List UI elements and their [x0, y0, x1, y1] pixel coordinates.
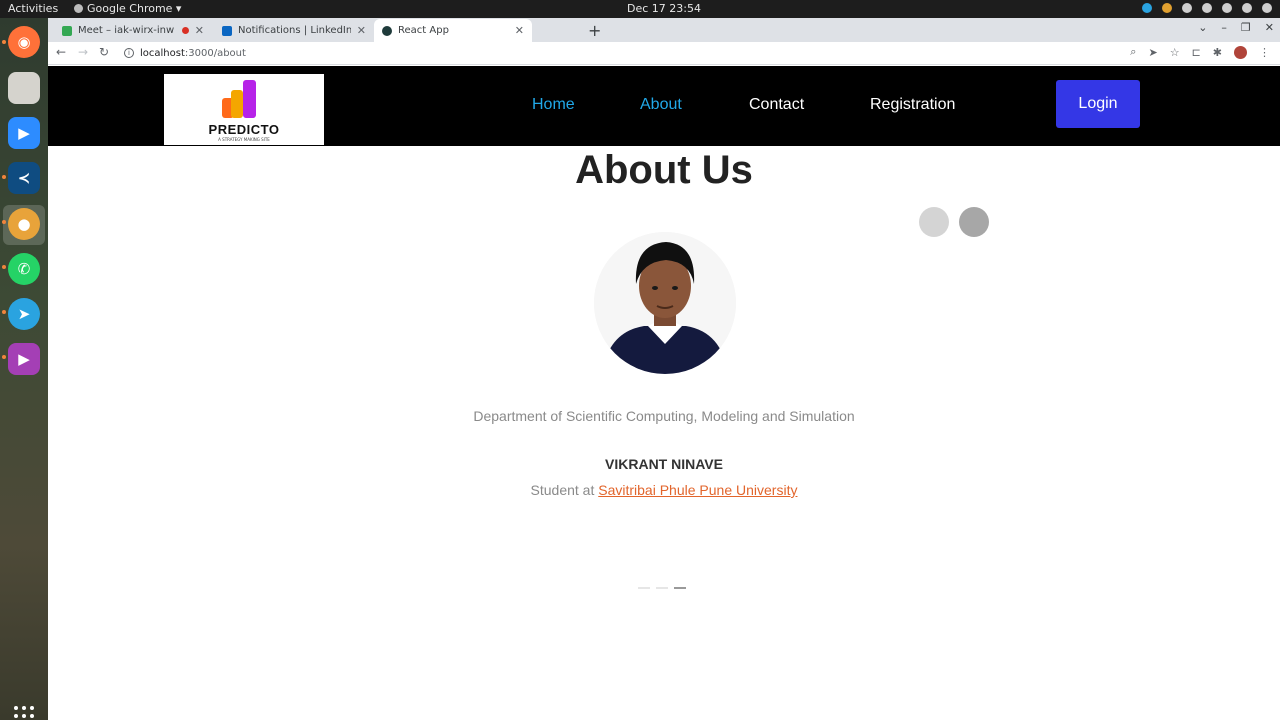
- tab-meet[interactable]: Meet – iak-wirx-inw ✕: [54, 19, 212, 42]
- chrome-icon[interactable]: ●: [8, 208, 40, 240]
- meet-favicon-icon: [62, 25, 72, 36]
- wifi-icon[interactable]: [1182, 3, 1192, 13]
- carousel-indicators: [638, 587, 686, 589]
- site-info-icon[interactable]: i: [124, 48, 134, 58]
- minimize-icon[interactable]: –: [1221, 21, 1227, 34]
- tab-title: Notifications | LinkedIn: [238, 25, 351, 36]
- react-favicon-icon: [382, 25, 392, 36]
- url-host: localhost: [140, 47, 185, 59]
- tab-strip: Meet – iak-wirx-inw ✕ Notifications | Li…: [48, 18, 1280, 42]
- nav-home[interactable]: Home: [532, 96, 575, 114]
- tab-linkedin[interactable]: Notifications | LinkedIn ✕: [214, 19, 374, 42]
- role-text: Student at Savitribai Phule Pune Univers…: [48, 482, 1280, 498]
- tab-search-icon[interactable]: ⌄: [1198, 21, 1207, 34]
- clock[interactable]: Dec 17 23:54: [0, 2, 1280, 15]
- power-icon[interactable]: [1262, 3, 1272, 13]
- running-indicator: [2, 40, 6, 44]
- page-title: About Us: [575, 148, 753, 192]
- bookmark-star-icon[interactable]: ☆: [1170, 46, 1180, 59]
- site-navbar: PREDICTO A STRATEGY MAKING SITE Home Abo…: [48, 66, 1280, 146]
- address-bar[interactable]: i localhost:3000/about: [120, 44, 1130, 62]
- recording-icon: [181, 27, 189, 34]
- telegram-icon[interactable]: ➤: [8, 298, 40, 330]
- profile-photo: [594, 232, 736, 374]
- carousel-indicator-active[interactable]: [674, 587, 686, 589]
- close-window-icon[interactable]: ✕: [1265, 21, 1274, 34]
- system-top-bar: Activities Google Chrome ▾ Dec 17 23:54: [0, 0, 1280, 18]
- tab-title: Meet – iak-wirx-inw: [78, 25, 175, 36]
- department-text: Department of Scientific Computing, Mode…: [473, 408, 855, 424]
- firefox-icon[interactable]: ◉: [8, 26, 40, 58]
- telegram-tray-icon[interactable]: [1142, 3, 1152, 13]
- zoom-icon[interactable]: ▶: [8, 117, 40, 149]
- nav-about[interactable]: About: [640, 96, 682, 114]
- site-logo[interactable]: PREDICTO A STRATEGY MAKING SITE: [164, 74, 324, 145]
- logo-title: PREDICTO: [208, 122, 280, 137]
- cast-icon[interactable]: ⊏: [1192, 46, 1201, 59]
- role-prefix: Student at: [530, 482, 599, 498]
- profile-avatar[interactable]: [1234, 45, 1247, 59]
- volume-icon[interactable]: [1202, 3, 1212, 13]
- reload-icon[interactable]: ↻: [99, 45, 109, 59]
- nav-contact[interactable]: Contact: [749, 96, 804, 114]
- maximize-icon[interactable]: ❐: [1241, 21, 1251, 34]
- extensions-icon[interactable]: ✱: [1213, 46, 1222, 59]
- carousel-indicator[interactable]: [656, 587, 668, 589]
- files-icon[interactable]: [8, 72, 40, 104]
- bar-chart-logo-icon: [222, 80, 266, 122]
- linkedin-favicon-icon: [222, 25, 232, 36]
- show-applications-icon[interactable]: [14, 706, 34, 720]
- url-path: :3000/about: [184, 47, 246, 59]
- send-icon[interactable]: ➤: [1148, 46, 1157, 59]
- university-link[interactable]: Savitribai Phule Pune University: [598, 482, 797, 498]
- mic-icon[interactable]: [1222, 3, 1232, 13]
- chrome-tray-icon[interactable]: [1162, 3, 1172, 13]
- carousel-indicator[interactable]: [638, 587, 650, 589]
- toolbar-actions: ⌕ ➤ ☆ ⊏ ✱ ⋮: [1130, 45, 1270, 59]
- person-name: VIKRANT NINAVE: [605, 456, 723, 472]
- video-player-icon[interactable]: ▶: [8, 343, 40, 375]
- running-indicator: [2, 310, 6, 314]
- close-tab-icon[interactable]: ✕: [357, 24, 366, 37]
- tab-react-app[interactable]: React App ✕: [374, 19, 532, 42]
- running-indicator: [2, 175, 6, 179]
- running-indicator: [2, 220, 6, 224]
- whatsapp-icon[interactable]: ✆: [8, 253, 40, 285]
- menu-icon[interactable]: ⋮: [1259, 46, 1270, 59]
- running-indicator: [2, 355, 6, 359]
- carousel-next-button[interactable]: [959, 207, 989, 237]
- system-tray[interactable]: [1142, 3, 1272, 13]
- dock: ◉ ▶ ≺ ● ✆ ➤ ▶: [0, 18, 48, 720]
- vscode-icon[interactable]: ≺: [8, 162, 40, 194]
- carousel-prev-button[interactable]: [919, 207, 949, 237]
- zoom-icon[interactable]: ⌕: [1130, 45, 1136, 59]
- person-portrait-icon: [594, 232, 736, 374]
- new-tab-icon[interactable]: +: [588, 21, 601, 40]
- tab-title: React App: [398, 25, 449, 36]
- web-page: PREDICTO A STRATEGY MAKING SITE Home Abo…: [48, 66, 1280, 720]
- window-controls: ⌄ – ❐ ✕: [1198, 21, 1274, 34]
- login-button[interactable]: Login: [1056, 80, 1140, 128]
- running-indicator: [2, 265, 6, 269]
- logo-tagline: A STRATEGY MAKING SITE: [218, 137, 270, 142]
- nav-registration[interactable]: Registration: [870, 96, 955, 114]
- close-tab-icon[interactable]: ✕: [195, 24, 204, 37]
- close-tab-icon[interactable]: ✕: [515, 24, 524, 37]
- forward-icon[interactable]: →: [78, 45, 88, 59]
- back-icon[interactable]: ←: [56, 45, 66, 59]
- browser-toolbar: ← → ↻ i localhost:3000/about ⌕ ➤ ☆ ⊏ ✱ ⋮: [48, 42, 1280, 65]
- battery-icon[interactable]: [1242, 3, 1252, 13]
